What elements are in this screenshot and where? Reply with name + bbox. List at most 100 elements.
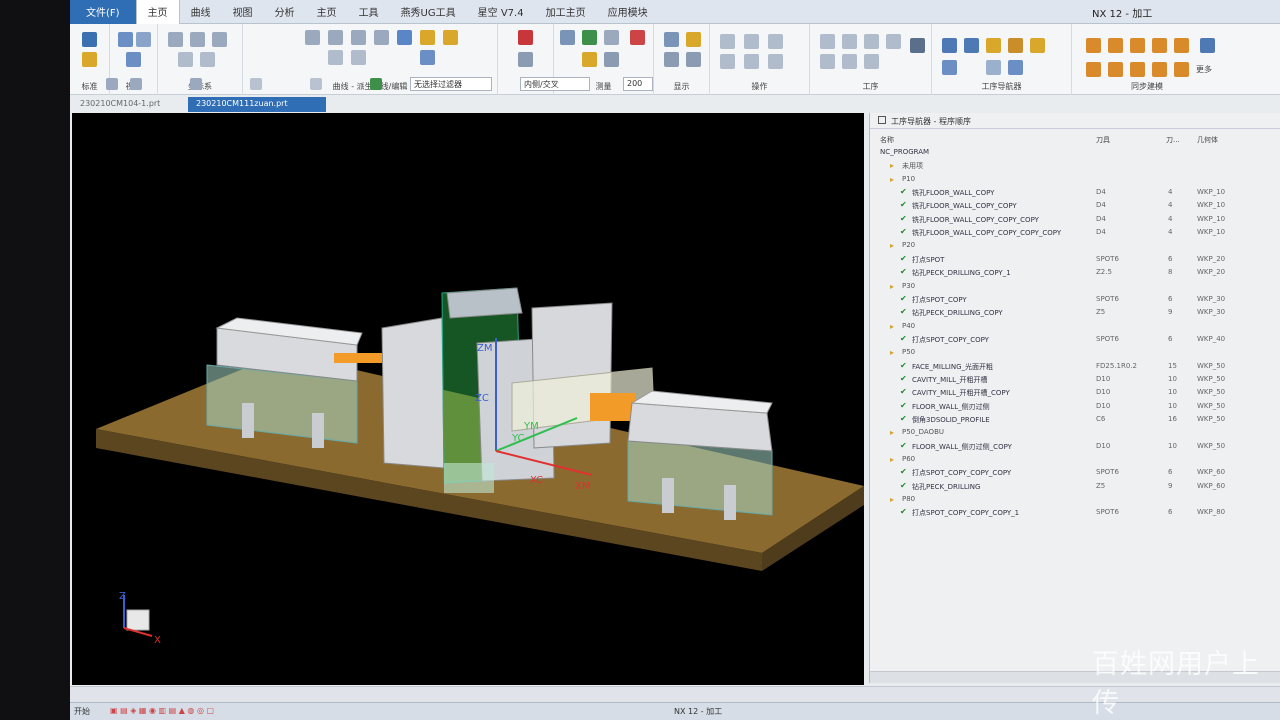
tab-xingkong[interactable]: 星空 V7.4: [467, 0, 535, 24]
operation-row[interactable]: ✔ 打点SPOT_COPY SPOT6 6 WKP_30: [870, 293, 1280, 306]
operation-row[interactable]: ✔ 倒角3DSOLID_PROFILE C6 16 WKP_50: [870, 413, 1280, 426]
replay-icon[interactable]: [744, 34, 759, 49]
line-icon[interactable]: [305, 30, 320, 45]
method-view-icon[interactable]: [1008, 38, 1023, 53]
create-method-icon[interactable]: [886, 34, 901, 49]
nav-option-icon[interactable]: [1030, 38, 1045, 53]
cut-icon[interactable]: [842, 54, 857, 69]
edit-object-icon[interactable]: [820, 54, 835, 69]
program-group-row[interactable]: ▸ P80: [870, 493, 1280, 506]
operation-row[interactable]: ✔ 铣孔FLOOR_WALL_COPY_COPY_COPY_COPY D4 4 WKP_…: [870, 226, 1280, 239]
trim-curve-icon[interactable]: [328, 50, 343, 65]
tab-application-module[interactable]: 应用模块: [597, 0, 659, 24]
tab-tools[interactable]: 工具: [348, 0, 390, 24]
column-tool-number[interactable]: 刀...: [1166, 135, 1180, 145]
selection-filter-dropdown[interactable]: 无选择过滤器: [410, 77, 492, 91]
arc-icon[interactable]: [328, 30, 343, 45]
operation-row[interactable]: ✔ CAVITY_MILL_开粗开槽_COPY D10 10 WKP_50: [870, 386, 1280, 399]
operation-row[interactable]: ✔ 钻孔PECK_DRILLING Z5 9 WKP_60: [870, 480, 1280, 493]
snap-icon[interactable]: [250, 78, 262, 90]
display-mode-icon[interactable]: [664, 32, 679, 47]
solid-cube-icon[interactable]: [518, 30, 533, 45]
taskbar-app-icons[interactable]: ▣ ▤ ◈ ▦ ◉ ▥ ▤ ▲ ◍ ◎ ▢: [110, 706, 214, 715]
shop-doc-icon[interactable]: [720, 54, 735, 69]
save-icon[interactable]: [82, 32, 97, 47]
program-group-row[interactable]: ▸ P30: [870, 280, 1280, 293]
operation-row[interactable]: ✔ 打点SPOT_COPY_COPY_COPY_1 SPOT6 6 WKP_80: [870, 506, 1280, 519]
generate-icon[interactable]: [720, 34, 735, 49]
operation-row[interactable]: ✔ 打点SPOT_COPY_COPY SPOT6 6 WKP_40: [870, 333, 1280, 346]
fit-view-icon[interactable]: [136, 32, 151, 47]
undo-icon[interactable]: [130, 78, 142, 90]
vector-icon[interactable]: [200, 52, 215, 67]
create-geometry-icon[interactable]: [864, 34, 879, 49]
operation-row[interactable]: ✔ 铣孔FLOOR_WALL_COPY D4 4 WKP_10: [870, 186, 1280, 199]
show-hide-icon[interactable]: [664, 52, 679, 67]
clear-icon[interactable]: [630, 30, 645, 45]
postprocess-icon[interactable]: [768, 34, 783, 49]
file-tab-2[interactable]: 230210CM111zuan.prt: [188, 97, 326, 112]
move-face-icon[interactable]: [1086, 38, 1101, 53]
color-grid-icon[interactable]: [370, 78, 382, 90]
select-arrow-icon[interactable]: [212, 32, 227, 47]
grid-icon[interactable]: [582, 30, 597, 45]
paste-face-icon[interactable]: [1152, 62, 1167, 77]
csys-icon[interactable]: [168, 32, 183, 47]
more-label[interactable]: 更多: [1196, 64, 1212, 75]
measure-distance-icon[interactable]: [560, 30, 575, 45]
start-button[interactable]: 开始: [74, 706, 90, 717]
spline-icon[interactable]: [374, 30, 389, 45]
file-tab-1[interactable]: 230210CM104-1.prt: [72, 97, 184, 112]
chamfer-curve-icon[interactable]: [351, 50, 366, 65]
operation-row[interactable]: ✔ FLOOR_WALL_侧刃过侧 D10 10 WKP_50: [870, 400, 1280, 413]
program-group-row[interactable]: ▸ P20: [870, 239, 1280, 252]
tab-analysis[interactable]: 分析: [264, 0, 306, 24]
snap-point-icon[interactable]: [310, 78, 322, 90]
tab-view[interactable]: 视图: [222, 0, 264, 24]
zoom-dropdown[interactable]: 200: [623, 77, 653, 91]
tab-curve[interactable]: 曲线: [180, 0, 222, 24]
operation-row[interactable]: ✔ CAVITY_MILL_开粗开槽 D10 10 WKP_50: [870, 373, 1280, 386]
feature-icon[interactable]: [518, 52, 533, 67]
geometry-view-icon[interactable]: [986, 38, 1001, 53]
operation-row[interactable]: ✔ FLOOR_WALL_侧刃过侧_COPY D10 10 WKP_50: [870, 440, 1280, 453]
plane-icon[interactable]: [178, 52, 193, 67]
rectangle-icon[interactable]: [351, 30, 366, 45]
create-operation-icon[interactable]: [820, 34, 835, 49]
measure-body-icon[interactable]: [604, 52, 619, 67]
nav-expand-icon[interactable]: [1008, 60, 1023, 75]
program-group-row[interactable]: ▸ P10: [870, 173, 1280, 186]
machine-tool-view-icon[interactable]: [964, 38, 979, 53]
extract-curve-icon[interactable]: [420, 30, 435, 45]
graphics-viewport[interactable]: ZM ZC YM YC XC XM Z X: [72, 113, 864, 685]
project-curve-icon[interactable]: [443, 30, 458, 45]
mirror-face-icon[interactable]: [1174, 62, 1189, 77]
column-name[interactable]: 名称: [880, 135, 894, 145]
operation-row[interactable]: ✔ 铣孔FLOOR_WALL_COPY_COPY D4 4 WKP_10: [870, 199, 1280, 212]
operation-row[interactable]: ✔ 铣孔FLOOR_WALL_COPY_COPY_COPY D4 4 WKP_10: [870, 213, 1280, 226]
list-icon[interactable]: [768, 54, 783, 69]
column-geometry[interactable]: 几何体: [1197, 135, 1218, 145]
intersect-curve-icon[interactable]: [420, 50, 435, 65]
pull-face-icon[interactable]: [1108, 38, 1123, 53]
create-tool-icon[interactable]: [842, 34, 857, 49]
tab-machining-home[interactable]: 加工主页: [535, 0, 597, 24]
tab-home[interactable]: 主页: [135, 0, 180, 24]
open-icon[interactable]: [82, 52, 97, 67]
simulate-icon[interactable]: [744, 54, 759, 69]
replace-face-icon[interactable]: [1152, 38, 1167, 53]
program-group-row[interactable]: ▸ P40: [870, 320, 1280, 333]
selection-scope-dropdown[interactable]: 内侧/交叉: [520, 77, 590, 91]
verify-icon[interactable]: [686, 52, 701, 67]
copy-icon[interactable]: [864, 54, 879, 69]
offset-curve-icon[interactable]: [397, 30, 412, 45]
program-group-row[interactable]: ▸ P60: [870, 453, 1280, 466]
program-group-row[interactable]: ▸ P50_DAOBU: [870, 426, 1280, 439]
operation-row[interactable]: ✔ 打点SPOT SPOT6 6 WKP_20: [870, 253, 1280, 266]
checkbox-icon[interactable]: [878, 116, 886, 124]
column-tool[interactable]: 刀具: [1096, 135, 1110, 145]
point-icon[interactable]: [190, 32, 205, 47]
nav-active-icon[interactable]: [986, 60, 1001, 75]
ruler-icon[interactable]: [582, 52, 597, 67]
copy-face-icon[interactable]: [1108, 62, 1123, 77]
